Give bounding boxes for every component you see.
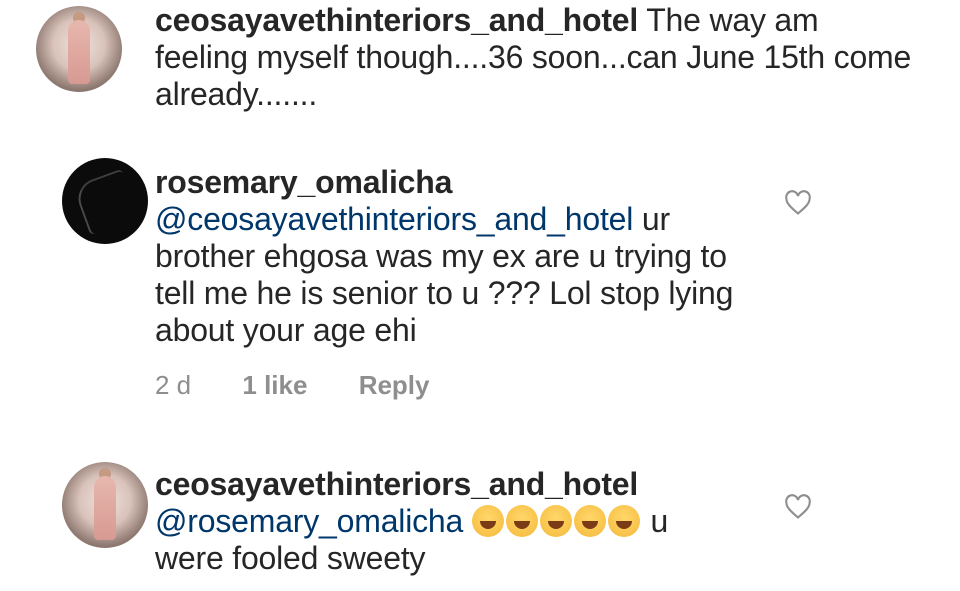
mention-link[interactable]: @rosemary_omalicha <box>155 503 463 539</box>
comment-username[interactable]: rosemary_omalicha <box>155 164 765 201</box>
comment-text: ceosayavethinteriors_and_hotel @rosemary… <box>155 466 735 577</box>
face-with-tears-of-joy-icon <box>607 505 640 537</box>
avatar[interactable] <box>62 462 148 548</box>
face-with-tears-of-joy-icon <box>505 505 538 537</box>
likes-count-link[interactable]: 1 like <box>242 370 307 401</box>
avatar[interactable] <box>62 158 148 244</box>
comment-username[interactable]: ceosayavethinteriors_and_hotel <box>155 466 735 503</box>
like-heart-icon[interactable] <box>784 494 812 520</box>
face-with-tears-of-joy-icon <box>539 505 572 537</box>
comment-text: rosemary_omalicha @ceosayavethinteriors_… <box>155 164 765 349</box>
avatar-figure <box>94 476 116 540</box>
comment-time: 2 d <box>155 370 192 400</box>
reply-button[interactable]: Reply <box>359 370 430 401</box>
mention-link[interactable]: @ceosayavethinteriors_and_hotel <box>155 201 633 237</box>
comment-text: ceosayavethinteriors_and_hotel The way a… <box>155 2 915 113</box>
avatar-scribble <box>72 168 140 236</box>
comment-username[interactable]: ceosayavethinteriors_and_hotel <box>155 2 638 38</box>
avatar-figure <box>68 20 90 84</box>
face-with-tears-of-joy-icon <box>573 505 606 537</box>
like-heart-icon[interactable] <box>784 190 812 216</box>
comment-meta: 2 d 1 like Reply <box>155 370 474 401</box>
face-with-tears-of-joy-icon <box>471 505 504 537</box>
avatar[interactable] <box>36 6 122 92</box>
emoji-group <box>471 503 651 539</box>
